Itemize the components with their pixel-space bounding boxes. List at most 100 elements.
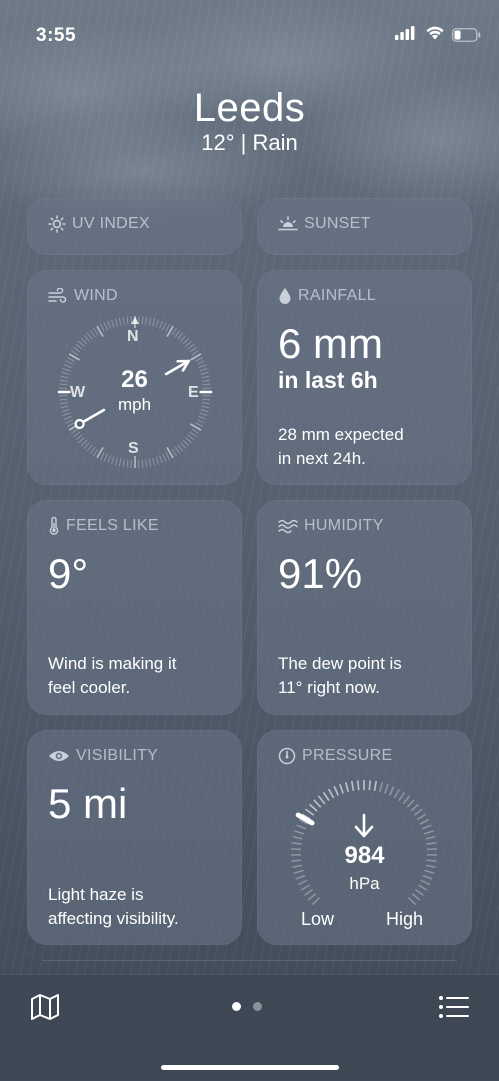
compass-tick [64,416,71,419]
pressure-gauge-tick [390,786,394,795]
pressure-gauge-tick [323,792,329,800]
compass-tick [115,458,117,466]
humidity-desc-line1: The dew point is [278,653,458,675]
map-icon[interactable] [30,993,60,1021]
feels-like-card[interactable]: FEELS LIKE 9° Wind is making it feel coo… [27,500,242,715]
compass-tick [149,459,151,467]
pressure-gauge-tick [417,814,425,819]
eye-icon [48,749,70,763]
current-condition: 12° | Rain [0,130,499,156]
pressure-unit: hPa [257,874,472,894]
home-indicator[interactable] [161,1065,339,1070]
pressure-gauge-tick [312,898,319,905]
compass-tick [90,331,95,337]
rainfall-label: RAINFALL [298,287,376,305]
pressure-gauge-tick [294,870,304,873]
humidity-card[interactable]: HUMIDITY 91% The dew point is 11° right … [257,500,472,715]
bottom-toolbar [0,974,499,1081]
compass-tick [79,438,85,443]
pressure-gauge-indicator [298,815,312,823]
uv-index-card[interactable]: UV INDEX [27,198,242,255]
compass-tick [142,316,143,324]
compass-tick [67,423,74,427]
pressure-gauge-tick [293,837,303,839]
pressure-gauge-tick [412,894,420,900]
compass-tick [153,458,155,466]
uv-index-label: UV INDEX [72,215,150,233]
pressure-gauge-tick [310,804,317,811]
compass-tick [175,331,180,337]
compass-tick [94,328,98,335]
pressure-gauge-tick [409,898,416,905]
pressure-gauge-tick [352,781,354,791]
pressure-card[interactable]: PRESSURE 984 hPa Low High [257,730,472,945]
compass-tick [67,357,74,361]
page-dot-2[interactable] [253,1002,262,1011]
wind-card[interactable]: WIND N S W E 26 mph [27,270,242,485]
compass-tick [156,457,158,465]
compass-tick [71,429,78,433]
compass-tick [79,341,85,346]
compass-tick [197,361,204,364]
pressure-gauge-tick [358,780,359,790]
feels-like-desc-line2: feel cooler. [48,677,228,699]
compass-tick [127,460,128,468]
sunset-card[interactable]: SUNSET [257,198,472,255]
pressure-gauge-tick [399,792,405,800]
pressure-gauge-tick [380,782,382,792]
thermometer-icon [48,517,60,535]
sunset-icon [278,215,298,233]
compass-tick [183,338,189,344]
visibility-label: VISIBILITY [76,747,158,765]
pressure-gauge-tick [407,800,414,807]
location-header: Leeds 12° | Rain [0,84,499,156]
compass-tick [190,432,196,437]
compass-tick [100,324,104,331]
list-icon[interactable] [438,995,470,1019]
pressure-gauge-tick [425,837,435,839]
wifi-icon [425,25,445,40]
compass-tick [84,336,89,342]
cellular-signal-icon [395,26,415,40]
compass-tick [108,455,111,462]
compass-tick [100,453,104,460]
compass-tick [112,457,114,465]
compass-tick [149,318,151,326]
visibility-card[interactable]: VISIBILITY 5 mi Light haze is affecting … [27,730,242,945]
compass-tick [163,323,166,330]
compass-tick [81,338,87,344]
compass-tick [123,317,124,325]
compass-tick [186,438,192,443]
compass-tick [119,318,121,326]
compass-tick [153,319,155,327]
compass-tick [108,321,111,328]
compass-tick [196,357,203,361]
pressure-gauge-tick [411,804,418,811]
compass-tick [172,328,176,335]
humidity-value: 91% [278,550,362,598]
pressure-gauge-tick [394,789,399,798]
pressure-gauge-tick [306,809,314,815]
compass-tick [84,443,89,449]
pressure-gauge-tick [403,796,409,804]
compass-tick [159,321,162,328]
rainfall-card[interactable]: RAINFALL 6 mm in last 6h 28 mm expected … [257,270,472,485]
feels-like-desc-line1: Wind is making it [48,653,228,675]
compass-tick [104,323,107,330]
page-dot-1[interactable] [232,1002,241,1011]
page-indicator[interactable] [232,1002,262,1011]
compass-tick [87,333,92,339]
sun-icon [48,215,66,233]
compass-south: S [128,440,139,458]
pressure-gauge-tick [329,789,334,798]
pressure-gauge-tick [318,796,324,804]
compass-tick [127,316,128,324]
compass-tick [198,416,205,419]
rainfall-period: in last 6h [278,367,378,394]
pressure-gauge-tick [334,786,338,795]
wind-arrow-origin [76,420,84,428]
wind-unit: mph [27,395,242,415]
compass-tick [115,319,117,327]
compass-tick [172,449,176,456]
wind-speed: 26 [27,366,242,394]
